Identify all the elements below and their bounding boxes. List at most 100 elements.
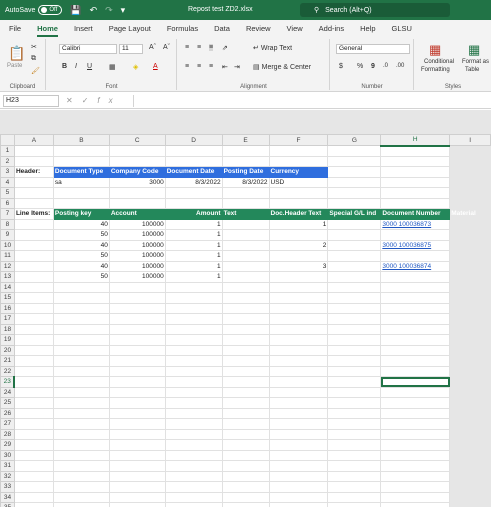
cell-d21[interactable] (164, 355, 223, 367)
column-header-f[interactable]: F (268, 134, 329, 146)
row-header[interactable]: 21 (0, 355, 15, 367)
cell-i8[interactable] (449, 218, 491, 230)
cell-e19[interactable] (221, 334, 270, 346)
cell-f24[interactable] (268, 386, 329, 398)
cell-c31[interactable] (108, 460, 166, 472)
cell-a22[interactable] (13, 365, 54, 377)
cell-g31[interactable] (327, 460, 382, 472)
cell-a10[interactable] (13, 239, 54, 251)
cell-d6[interactable] (164, 197, 223, 209)
cell-f18[interactable] (268, 323, 329, 335)
cell-e35[interactable] (221, 502, 270, 507)
cell-c10[interactable]: 100000 (108, 239, 166, 251)
cell-a31[interactable] (13, 460, 54, 472)
name-box[interactable]: H23 (3, 95, 59, 107)
cell-g19[interactable] (327, 334, 382, 346)
font-name-select[interactable]: Calibri (59, 44, 117, 54)
cell-b6[interactable] (52, 197, 110, 209)
cell-e22[interactable] (221, 365, 270, 377)
cell-f17[interactable] (268, 313, 329, 325)
save-icon[interactable]: 💾 (70, 5, 81, 16)
cell-h21[interactable] (380, 355, 451, 367)
cell-i20[interactable] (449, 344, 491, 356)
column-header-a[interactable]: A (13, 134, 54, 146)
cell-e33[interactable] (221, 481, 270, 493)
cell-b22[interactable] (52, 365, 110, 377)
cell-a29[interactable] (13, 439, 54, 451)
cell-a16[interactable] (13, 302, 54, 314)
cell-e27[interactable] (221, 418, 270, 430)
cell-i5[interactable] (449, 187, 491, 199)
cell-a28[interactable] (13, 428, 54, 440)
cell-e7[interactable]: Text (221, 208, 270, 220)
cell-e30[interactable] (221, 449, 270, 461)
cell-e9[interactable] (221, 229, 270, 241)
cell-g10[interactable] (327, 239, 382, 251)
cell-i6[interactable] (449, 197, 491, 209)
row-header[interactable]: 11 (0, 250, 15, 262)
cell-e25[interactable] (221, 397, 270, 409)
cell-d23[interactable] (164, 376, 223, 388)
cell-i23[interactable] (449, 376, 491, 388)
cell-f8[interactable]: 1 (268, 218, 329, 230)
search-box[interactable]: ⚲ Search (Alt+Q) (300, 3, 450, 17)
cell-d12[interactable]: 1 (164, 260, 223, 272)
cell-b10[interactable]: 40 (52, 239, 110, 251)
decrease-indent-icon[interactable]: ⇤ (222, 63, 228, 71)
cell-b32[interactable] (52, 470, 110, 482)
cell-d9[interactable]: 1 (164, 229, 223, 241)
cell-c24[interactable] (108, 386, 166, 398)
cancel-icon[interactable]: ✕ (66, 96, 82, 105)
cell-i15[interactable] (449, 292, 491, 304)
column-header-h[interactable]: H (380, 134, 451, 147)
cell-f25[interactable] (268, 397, 329, 409)
cell-h31[interactable] (380, 460, 451, 472)
cell-b17[interactable] (52, 313, 110, 325)
cell-d13[interactable]: 1 (164, 271, 223, 283)
cell-e12[interactable] (221, 260, 270, 272)
cell-i17[interactable] (449, 313, 491, 325)
cell-d32[interactable] (164, 470, 223, 482)
cell-i21[interactable] (449, 355, 491, 367)
cell-c2[interactable] (108, 155, 166, 167)
cell-d1[interactable] (164, 145, 223, 157)
cell-f34[interactable] (268, 491, 329, 503)
cell-h23[interactable] (380, 376, 451, 388)
cell-d19[interactable] (164, 334, 223, 346)
cell-i34[interactable] (449, 491, 491, 503)
tab-glsu[interactable]: GLSU (392, 24, 412, 33)
cell-e26[interactable] (221, 407, 270, 419)
tab-page-layout[interactable]: Page Layout (109, 24, 151, 33)
cell-b9[interactable]: 50 (52, 229, 110, 241)
cell-b20[interactable] (52, 344, 110, 356)
cell-c25[interactable] (108, 397, 166, 409)
cell-i13[interactable] (449, 271, 491, 283)
cell-e21[interactable] (221, 355, 270, 367)
cell-f20[interactable] (268, 344, 329, 356)
cell-h4[interactable] (380, 176, 451, 188)
cell-d5[interactable] (164, 187, 223, 199)
cell-g26[interactable] (327, 407, 382, 419)
fill-color-icon[interactable]: ◈ (133, 63, 138, 71)
italic-icon[interactable]: I (75, 63, 77, 70)
currency-icon[interactable]: $ (339, 63, 343, 70)
bold-icon[interactable]: B (62, 63, 67, 70)
row-header[interactable]: 30 (0, 449, 15, 461)
cell-a9[interactable] (13, 229, 54, 241)
row-header[interactable]: 3 (0, 166, 15, 178)
cell-a25[interactable] (13, 397, 54, 409)
cell-b18[interactable] (52, 323, 110, 335)
cell-h29[interactable] (380, 439, 451, 451)
row-header[interactable]: 31 (0, 460, 15, 472)
comma-icon[interactable]: 9 (371, 63, 375, 70)
cell-g23[interactable] (327, 376, 382, 388)
cell-f13[interactable] (268, 271, 329, 283)
tab-review[interactable]: Review (246, 24, 271, 33)
cell-g1[interactable] (327, 145, 382, 157)
cell-d10[interactable]: 1 (164, 239, 223, 251)
cell-c18[interactable] (108, 323, 166, 335)
cell-g7[interactable]: Special G/L ind (327, 208, 382, 220)
cell-h1[interactable] (380, 145, 451, 157)
row-header[interactable]: 28 (0, 428, 15, 440)
cell-d29[interactable] (164, 439, 223, 451)
